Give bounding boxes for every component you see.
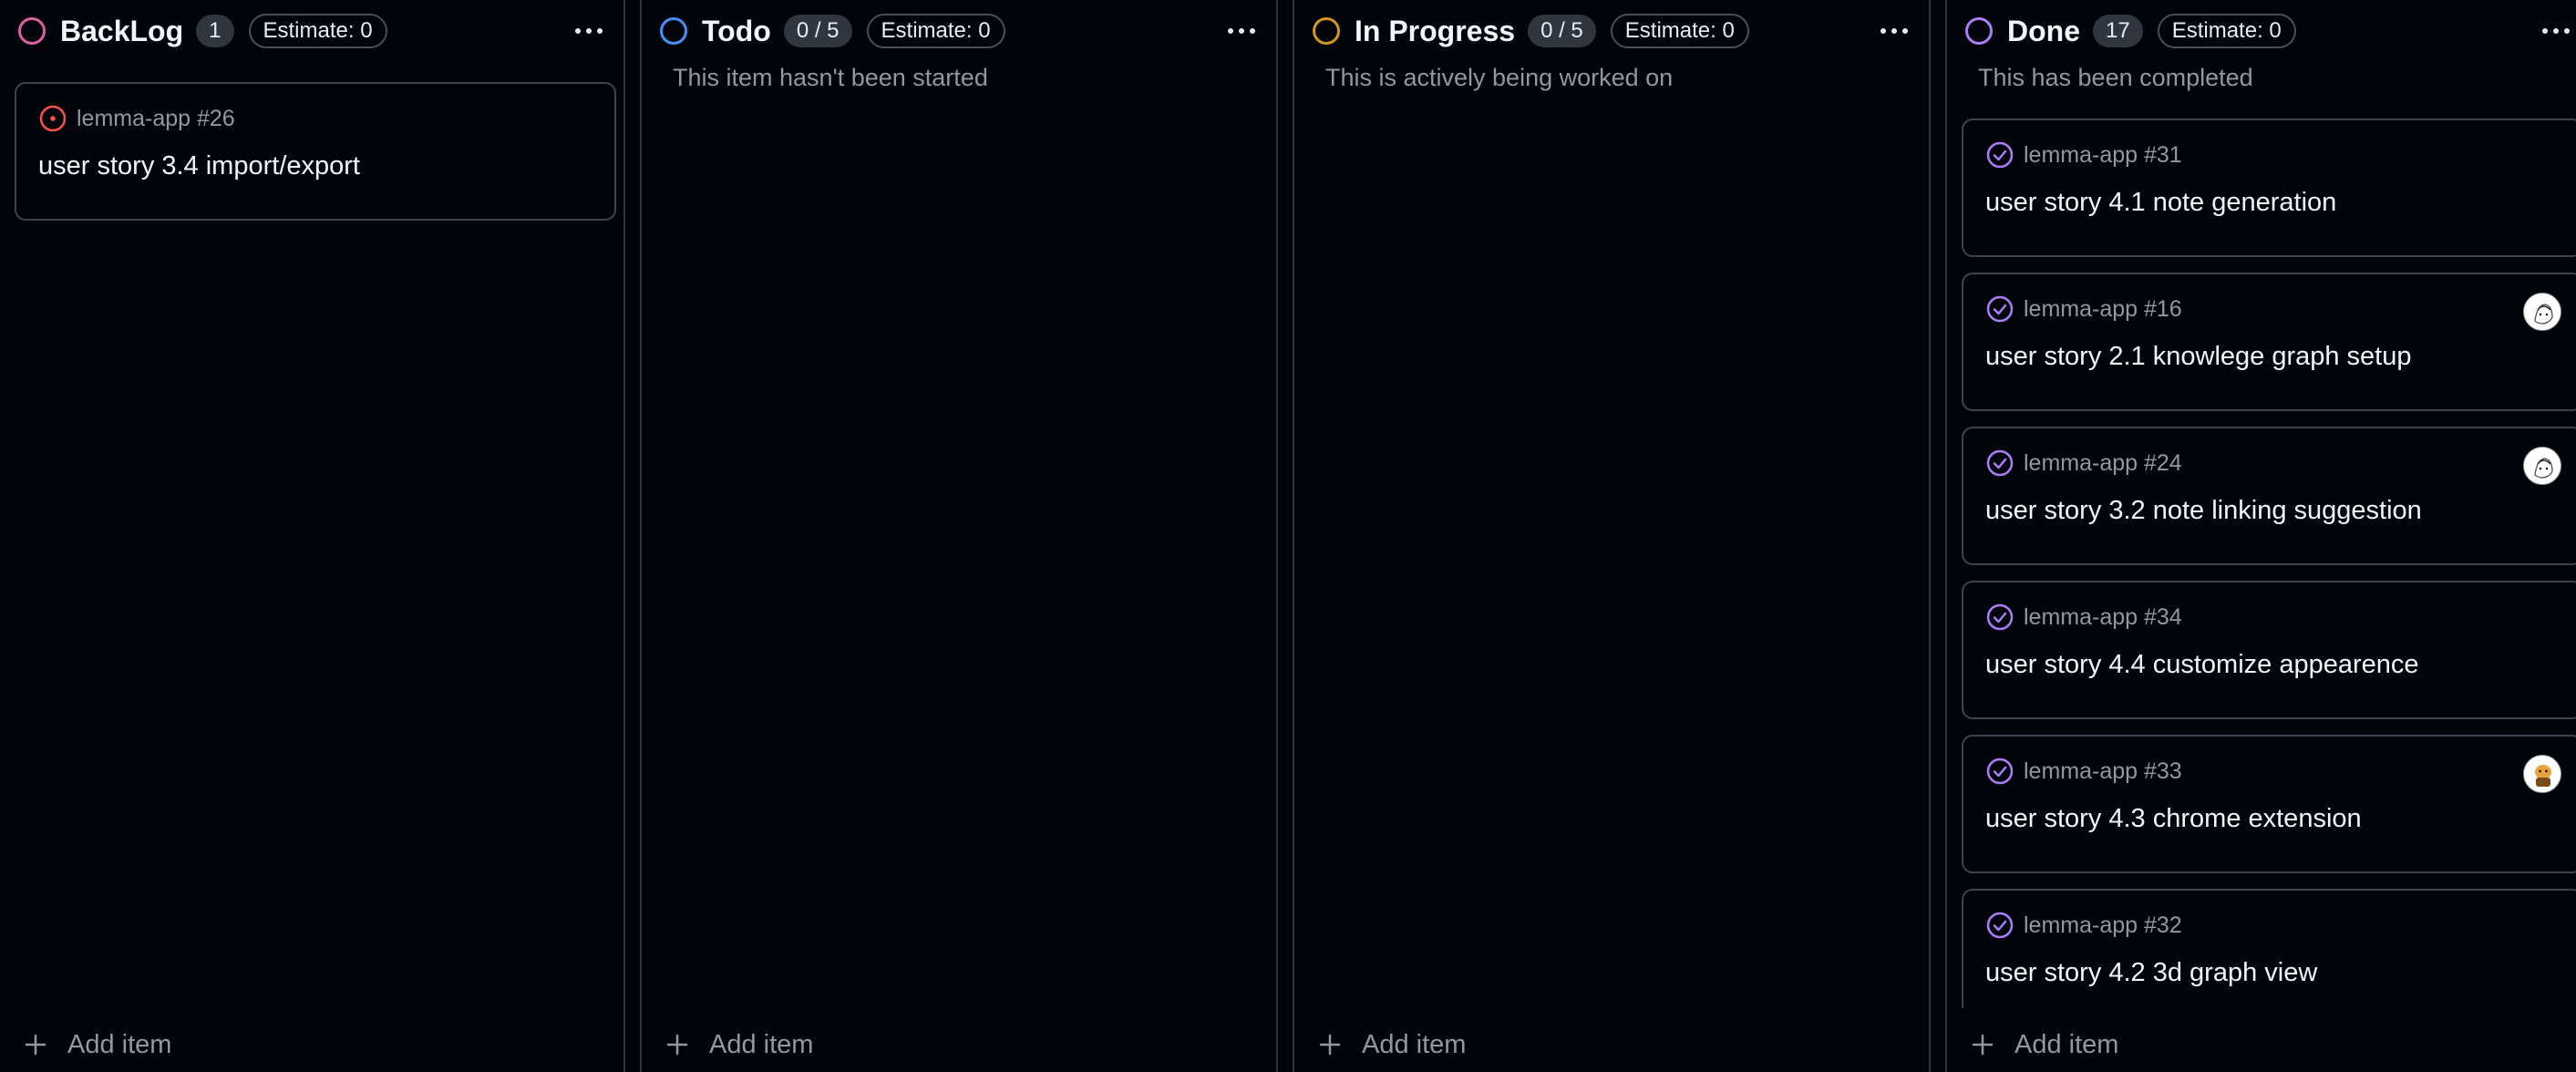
column-title: Done xyxy=(2007,14,2080,47)
add-item-button[interactable]: Add item xyxy=(664,1025,813,1065)
column-options-button[interactable] xyxy=(1869,13,1920,49)
card-title[interactable]: user story 4.2 3d graph view xyxy=(1985,958,2317,988)
closed-issue-icon xyxy=(1986,758,2014,785)
issue-card[interactable]: lemma-app #33 user story 4.3 chrome exte… xyxy=(1962,735,2576,873)
assignee-avatar[interactable] xyxy=(2523,293,2561,331)
status-circle-icon xyxy=(18,17,46,45)
card-title[interactable]: user story 3.4 import/export xyxy=(38,151,360,181)
add-item-label: Add item xyxy=(709,1029,814,1059)
item-count-badge: 1 xyxy=(196,15,234,47)
column-title: In Progress xyxy=(1355,14,1516,47)
estimate-badge: Estimate: 0 xyxy=(866,14,1005,48)
open-issue-icon xyxy=(39,105,67,132)
card-list: lemma-app #26 user story 3.4 import/expo… xyxy=(15,82,616,1008)
card-repo-label: lemma-app #26 xyxy=(77,105,235,131)
item-count-badge: 0 / 5 xyxy=(1528,15,1596,47)
card-title[interactable]: user story 4.4 customize appearence xyxy=(1985,650,2419,680)
column-title: BackLog xyxy=(60,14,184,47)
card-repo-label: lemma-app #33 xyxy=(2024,758,2182,784)
column-header: Done 17 Estimate: 0 xyxy=(1965,11,2572,51)
add-item-button[interactable]: Add item xyxy=(1316,1025,1466,1065)
issue-card[interactable]: lemma-app #16 user story 2.1 knowlege gr… xyxy=(1962,273,2576,411)
plus-icon xyxy=(25,1034,46,1056)
estimate-badge: Estimate: 0 xyxy=(1610,14,1749,48)
closed-issue-icon xyxy=(1986,912,2014,939)
column-description: This item hasn't been started xyxy=(673,64,988,91)
closed-issue-icon xyxy=(1986,141,2014,169)
plus-icon xyxy=(1319,1034,1341,1056)
issue-card[interactable]: lemma-app #31 user story 4.1 note genera… xyxy=(1962,119,2576,257)
add-item-button[interactable]: Add item xyxy=(1969,1025,2118,1065)
closed-issue-icon xyxy=(1986,603,2014,631)
estimate-badge: Estimate: 0 xyxy=(2157,14,2296,48)
card-repo-ref[interactable]: lemma-app #31 xyxy=(1985,140,2182,170)
add-item-label: Add item xyxy=(1362,1029,1467,1059)
add-item-button[interactable]: Add item xyxy=(22,1025,171,1065)
card-repo-ref[interactable]: lemma-app #24 xyxy=(1985,448,2182,478)
status-circle-icon xyxy=(1313,17,1340,45)
card-repo-ref[interactable]: lemma-app #33 xyxy=(1985,757,2182,786)
column-options-button[interactable] xyxy=(563,13,614,49)
card-repo-label: lemma-app #16 xyxy=(2024,295,2182,322)
card-repo-label: lemma-app #24 xyxy=(2024,449,2182,476)
column-options-button[interactable] xyxy=(1216,13,1267,49)
avatar-sketch-icon xyxy=(2524,294,2561,330)
card-repo-label: lemma-app #31 xyxy=(2024,141,2182,168)
column-header: BackLog 1 Estimate: 0 xyxy=(18,11,605,51)
plus-icon xyxy=(1972,1034,1994,1056)
column-title: Todo xyxy=(702,14,771,47)
assignee-avatar[interactable] xyxy=(2523,755,2561,793)
card-repo-ref[interactable]: lemma-app #26 xyxy=(38,104,235,133)
issue-card[interactable]: lemma-app #26 user story 3.4 import/expo… xyxy=(15,82,616,221)
card-repo-ref[interactable]: lemma-app #34 xyxy=(1985,603,2182,632)
add-item-label: Add item xyxy=(67,1029,172,1059)
card-title[interactable]: user story 2.1 knowlege graph setup xyxy=(1985,342,2412,372)
avatar-cartoon-icon xyxy=(2524,756,2561,792)
column-description: This is actively being worked on xyxy=(1325,64,1674,91)
card-repo-label: lemma-app #34 xyxy=(2024,603,2182,630)
issue-card[interactable]: lemma-app #24 user story 3.2 note linkin… xyxy=(1962,427,2576,565)
column-todo: Todo 0 / 5 Estimate: 0 This item hasn't … xyxy=(640,0,1278,1072)
card-repo-ref[interactable]: lemma-app #32 xyxy=(1985,911,2182,940)
issue-card[interactable]: lemma-app #32 user story 4.2 3d graph vi… xyxy=(1962,889,2576,1008)
add-item-label: Add item xyxy=(2014,1029,2119,1059)
status-circle-icon xyxy=(660,17,687,45)
avatar-sketch-icon xyxy=(2524,448,2561,484)
column-options-button[interactable] xyxy=(2530,13,2576,49)
card-title[interactable]: user story 4.1 note generation xyxy=(1985,188,2336,218)
column-header: In Progress 0 / 5 Estimate: 0 xyxy=(1313,11,1911,51)
estimate-badge: Estimate: 0 xyxy=(248,14,387,48)
project-board: BackLog 1 Estimate: 0 lemma-app #26 user… xyxy=(0,0,2576,1072)
issue-card[interactable]: lemma-app #34 user story 4.4 customize a… xyxy=(1962,581,2576,719)
plus-icon xyxy=(666,1034,688,1056)
column-description: This has been completed xyxy=(1978,64,2253,91)
status-circle-icon xyxy=(1965,17,1993,45)
card-title[interactable]: user story 3.2 note linking suggestion xyxy=(1985,496,2422,526)
assignee-avatar[interactable] xyxy=(2523,447,2561,485)
card-title[interactable]: user story 4.3 chrome extension xyxy=(1985,804,2362,834)
card-list: lemma-app #31 user story 4.1 note genera… xyxy=(1962,119,2576,1008)
column-backlog: BackLog 1 Estimate: 0 lemma-app #26 user… xyxy=(0,0,625,1072)
column-done: Done 17 Estimate: 0 This has been comple… xyxy=(1945,0,2576,1072)
column-in-progress: In Progress 0 / 5 Estimate: 0 This is ac… xyxy=(1293,0,1931,1072)
closed-issue-icon xyxy=(1986,295,2014,323)
card-repo-ref[interactable]: lemma-app #16 xyxy=(1985,294,2182,324)
item-count-badge: 0 / 5 xyxy=(783,15,852,47)
closed-issue-icon xyxy=(1986,449,2014,477)
item-count-badge: 17 xyxy=(2093,15,2143,47)
column-header: Todo 0 / 5 Estimate: 0 xyxy=(660,11,1258,51)
card-repo-label: lemma-app #32 xyxy=(2024,912,2182,938)
